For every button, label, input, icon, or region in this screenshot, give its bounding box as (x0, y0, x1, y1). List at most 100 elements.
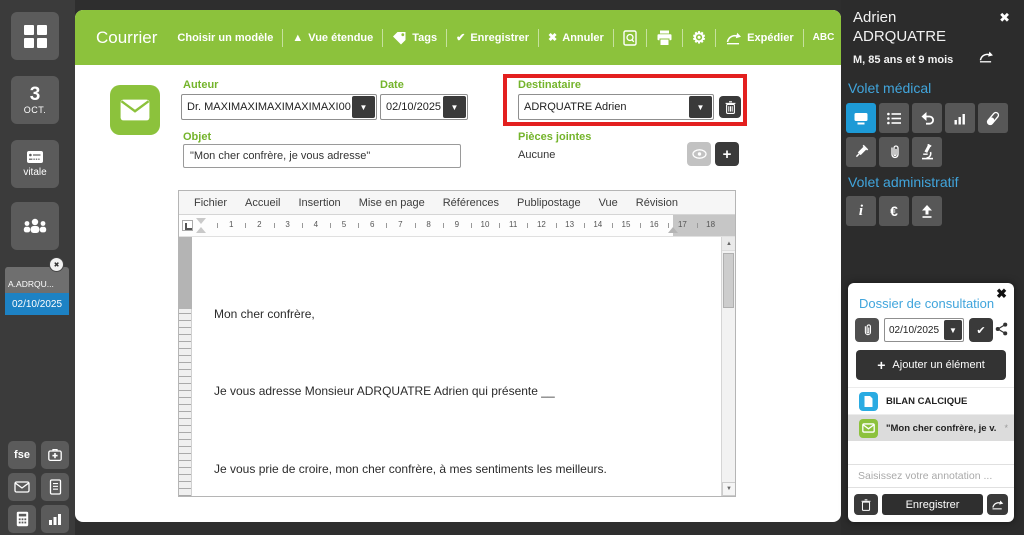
tab-fichier[interactable]: Fichier (185, 197, 236, 209)
extended-view-button[interactable]: ▲ Vue étendue (292, 32, 373, 44)
choose-model-button[interactable]: Choisir un modèle (177, 32, 273, 44)
tab-mise-en-page[interactable]: Mise en page (350, 197, 434, 209)
tags-label: Tags (412, 32, 437, 44)
tab-accueil[interactable]: Accueil (236, 197, 289, 209)
author-value: Dr. MAXIMAXIMAXIMAXIMAXI0077156 M (182, 95, 351, 119)
tab-insertion[interactable]: Insertion (289, 197, 349, 209)
consultation-send-button[interactable] (987, 494, 1008, 515)
preview-button[interactable] (623, 30, 637, 46)
tab-publipostage[interactable]: Publipostage (508, 197, 590, 209)
patients-button[interactable] (11, 202, 59, 250)
billing-button[interactable]: € (879, 196, 909, 226)
print-button[interactable] (656, 30, 673, 46)
cancel-button[interactable]: ✖ Annuler (548, 31, 604, 44)
right-indent-marker[interactable] (668, 227, 678, 233)
paperclip-icon (888, 144, 901, 160)
tab-revision[interactable]: Révision (627, 197, 687, 209)
patient-tab-date-badge[interactable]: 02/10/2025 (5, 293, 69, 315)
plus-icon: + (723, 146, 732, 163)
people-icon (22, 217, 48, 235)
date-dropdown[interactable]: 02/10/2025 ▼ (380, 94, 468, 120)
send-button[interactable]: Expédier (725, 31, 793, 45)
consultation-date-dropdown[interactable]: 02/10/2025 ▼ (884, 318, 964, 342)
ruler-tick (386, 223, 387, 228)
ruler-tick (668, 223, 669, 228)
patient-tab-close-button[interactable]: ✖ (49, 257, 64, 272)
fse-button[interactable]: fse (8, 441, 36, 469)
undo-button[interactable] (912, 103, 942, 133)
ruler-tick (471, 223, 472, 228)
spellcheck-label: ABC (813, 32, 835, 43)
attachments-button[interactable] (879, 137, 909, 167)
consultation-validate-button[interactable]: ✔ (969, 318, 993, 342)
recipient-dropdown[interactable]: ADRQUATRE Adrien ▼ (518, 94, 714, 120)
history-list-button[interactable] (879, 103, 909, 133)
statistics-button[interactable] (41, 505, 69, 533)
tab-vue[interactable]: Vue (590, 197, 627, 209)
document-page[interactable]: Mon cher confrère, Je vous adresse Monsi… (192, 237, 721, 496)
ruler-tick (302, 223, 303, 228)
medication-button[interactable] (41, 441, 69, 469)
consultation-attach-button[interactable] (855, 318, 879, 342)
apps-grid-button[interactable] (11, 12, 59, 60)
documents-button[interactable] (41, 473, 69, 501)
chevron-down-icon: ▼ (689, 96, 712, 118)
calendar-month: OCT. (24, 105, 47, 115)
scroll-down-button[interactable]: ▼ (722, 482, 735, 496)
document-line: Je vous adresse Monsieur ADRQUATRE Adrie… (214, 384, 555, 398)
ruler-number: 5 (342, 220, 346, 229)
hanging-indent-marker[interactable] (196, 227, 206, 233)
calendar-button[interactable]: 3 OCT. (11, 76, 59, 124)
author-label: Auteur (183, 79, 218, 91)
author-dropdown[interactable]: Dr. MAXIMAXIMAXIMAXIMAXI0077156 M ▼ (181, 94, 377, 120)
save-button[interactable]: ✔ Enregistrer (456, 31, 529, 44)
calculator-button[interactable] (8, 505, 36, 533)
editor-scrollbar[interactable]: ▲ ▼ (721, 237, 735, 496)
attachments-view-button[interactable] (687, 142, 711, 166)
toolbar-separator (803, 29, 804, 47)
consultation-delete-button[interactable] (854, 494, 878, 515)
consultation-item-bilan[interactable]: BILAN CALCIQUE (848, 387, 1014, 414)
subject-input[interactable] (183, 144, 461, 168)
consultation-item-label: BILAN CALCIQUE (886, 396, 1014, 407)
biology-button[interactable] (912, 137, 942, 167)
scroll-up-button[interactable]: ▲ (722, 237, 735, 251)
vaccination-button[interactable] (846, 137, 876, 167)
attachments-add-button[interactable]: + (715, 142, 739, 166)
settings-button[interactable]: ⚙ (692, 28, 706, 48)
biometrics-chart-button[interactable] (945, 103, 975, 133)
triangle-up-icon: ▲ (292, 32, 303, 44)
first-line-indent-marker[interactable] (196, 218, 206, 224)
tags-button[interactable]: Tags (392, 31, 437, 45)
horizontal-ruler: 123456789101112131415161718 (179, 215, 735, 237)
tab-stop-selector[interactable] (182, 220, 193, 231)
carte-vitale-button[interactable]: vitale (11, 140, 59, 188)
mail-button[interactable] (8, 473, 36, 501)
tab-references[interactable]: Références (434, 197, 508, 209)
consultation-view-button[interactable] (846, 103, 876, 133)
info-icon: i (859, 203, 863, 220)
consultation-close-button[interactable]: ✖ (996, 286, 1007, 302)
upload-button[interactable] (912, 196, 942, 226)
close-icon: ✖ (54, 261, 60, 269)
spellcheck-button[interactable]: ABC (813, 32, 835, 43)
ruler-tick (584, 223, 585, 228)
admin-info-button[interactable]: i (846, 196, 876, 226)
recipient-delete-button[interactable] (719, 96, 741, 118)
ribbon-tab-bar: Fichier Accueil Insertion Mise en page R… (179, 191, 735, 215)
annotation-input[interactable] (848, 464, 1014, 488)
consultation-item-courrier[interactable]: "Mon cher confrère, je v... * (848, 414, 1014, 441)
patient-share-button[interactable] (978, 50, 994, 68)
patient-close-button[interactable]: ✖ (999, 10, 1010, 26)
consultation-share-button[interactable] (995, 322, 1008, 341)
add-element-button[interactable]: + Ajouter un élément (856, 350, 1006, 380)
document-line: Mon cher confrère, (214, 307, 315, 321)
list-icon (886, 111, 902, 126)
trash-icon (861, 499, 871, 511)
consultation-folder-panel: ✖ Dossier de consultation 02/10/2025 ▼ ✔ (848, 283, 1014, 522)
consultation-save-button[interactable]: Enregistrer (882, 494, 983, 515)
document-line: Je vous prie de croire, mon cher confrèr… (214, 462, 607, 476)
scrollbar-thumb[interactable] (723, 253, 734, 308)
medication-pill-button[interactable] (978, 103, 1008, 133)
ruler-tick (612, 223, 613, 228)
